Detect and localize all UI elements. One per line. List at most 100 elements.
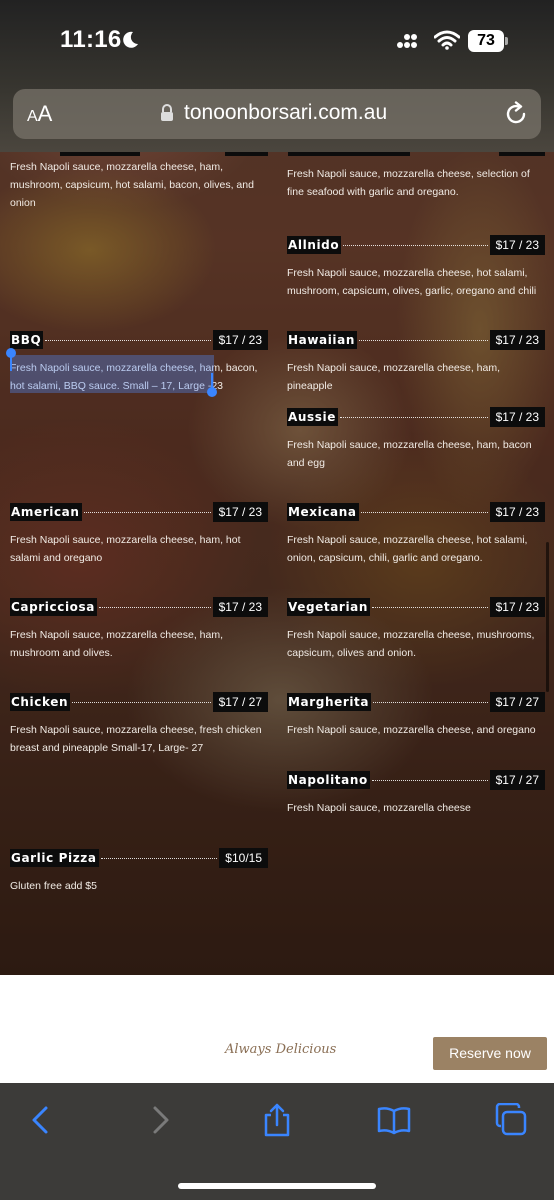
menu-item-allnido: Allnido $17 / 23 Fresh Napoli sauce, moz… (287, 235, 545, 300)
address-bar[interactable]: AA tonoonborsari.com.au (13, 89, 541, 139)
menu-item-margherita: Margherita $17 / 27 Fresh Napoli sauce, … (287, 692, 545, 739)
status-time: 11:16 (60, 26, 122, 53)
page-scrollbar[interactable] (546, 542, 549, 692)
battery-level: 73 (468, 30, 504, 52)
dotted-leader (45, 339, 211, 341)
item-header: BBQ $17 / 23 (10, 330, 268, 350)
wifi-icon (434, 30, 460, 50)
item-header: Chicken $17 / 27 (10, 692, 268, 712)
item-name: Allnido (287, 236, 342, 254)
item-description: Fresh Napoli sauce, mozzarella cheese, h… (10, 629, 224, 659)
item-price: $17 / 27 (489, 692, 545, 712)
item-header: American $17 / 23 (10, 502, 268, 522)
item-header: Margherita $17 / 27 (287, 692, 545, 712)
item-description: Gluten free add $5 (10, 880, 97, 892)
back-icon[interactable] (24, 1103, 58, 1137)
url-text[interactable]: tonoonborsari.com.au (184, 101, 387, 125)
item-name: Mexicana (287, 503, 359, 521)
item-description: Fresh Napoli sauce, mozzarella cheese, f… (10, 724, 262, 754)
menu-item-chicken: Chicken $17 / 27 Fresh Napoli sauce, moz… (10, 692, 268, 757)
moon-icon (123, 31, 138, 48)
item-description: Fresh Napoli sauce, mozzarella cheese, h… (287, 267, 537, 297)
item-price: $17 / 27 (212, 692, 268, 712)
item-name: Capricciosa (10, 598, 97, 616)
item-price: $17 / 23 (212, 597, 268, 617)
reload-icon[interactable] (503, 101, 529, 127)
item-name: Aussie (287, 408, 338, 426)
dotted-leader (98, 606, 211, 608)
item-description: Fresh Napoli sauce, mozzarella cheese, h… (10, 534, 241, 564)
menu-item-hawaiian: Hawaiian $17 / 23 Fresh Napoli sauce, mo… (287, 330, 545, 395)
item-name: BBQ (10, 331, 44, 349)
battery-indicator: 73 (468, 30, 508, 52)
item-price: $17 / 27 (489, 770, 545, 790)
bookmarks-icon[interactable] (377, 1103, 411, 1137)
forward-icon[interactable] (143, 1103, 177, 1137)
item-header: Napolitano $17 / 27 (287, 770, 545, 790)
menu-item-top-left: Fresh Napoli sauce, mozzarella cheese, h… (10, 158, 268, 212)
dotted-leader (373, 701, 488, 703)
item-description: Fresh Napoli sauce, mozzarella cheese, m… (287, 629, 535, 659)
item-name: Garlic Pizza (10, 849, 99, 867)
dotted-leader (339, 416, 488, 418)
item-description: Fresh Napoli sauce, mozzarella cheese, h… (287, 534, 528, 564)
menu-item-napolitano: Napolitano $17 / 27 Fresh Napoli sauce, … (287, 770, 545, 817)
cut-header-left (60, 152, 140, 156)
item-price: $10/15 (219, 848, 268, 868)
item-price: $17 / 23 (489, 235, 545, 255)
item-name: Hawaiian (287, 331, 357, 349)
tagline: Always Delicious (225, 1042, 337, 1057)
dotted-leader (371, 779, 488, 781)
item-description: Fresh Napoli sauce, mozzarella cheese, h… (287, 362, 501, 392)
selection-end-handle[interactable] (207, 387, 217, 397)
item-price: $17 / 23 (489, 597, 545, 617)
item-description: Fresh Napoli sauce, mozzarella cheese, h… (10, 161, 254, 209)
dotted-leader (72, 701, 211, 703)
aa-small-label: A (27, 108, 38, 125)
item-name: Margherita (287, 693, 372, 711)
dotted-leader (83, 511, 211, 513)
signal-icon (397, 34, 417, 48)
menu-item-american: American $17 / 23 Fresh Napoli sauce, mo… (10, 502, 268, 567)
item-description: Fresh Napoli sauce, mozzarella cheese, s… (287, 168, 530, 198)
menu-item-garlic-pizza: Garlic Pizza $10/15 Gluten free add $5 (10, 848, 268, 895)
site-footer-bar: Always Delicious Reserve now (0, 975, 554, 1083)
pizza-menu: Fresh Napoli sauce, mozzarella cheese, h… (0, 152, 554, 975)
item-header: Allnido $17 / 23 (287, 235, 545, 255)
selection-start-handle[interactable] (6, 348, 16, 358)
item-price: $17 / 23 (489, 330, 545, 350)
reserve-now-button[interactable]: Reserve now (433, 1037, 547, 1070)
item-name: Napolitano (287, 771, 370, 789)
dotted-leader (359, 339, 488, 341)
tabs-icon[interactable] (494, 1103, 528, 1137)
cut-price-right (499, 152, 545, 156)
share-icon[interactable] (260, 1103, 294, 1137)
reader-aa-button[interactable]: AA (27, 101, 52, 127)
text-selection-highlight (10, 355, 214, 393)
item-description: Fresh Napoli sauce, mozzarella cheese, h… (287, 439, 532, 469)
item-price: $17 / 23 (489, 502, 545, 522)
menu-item-mexicana: Mexicana $17 / 23 Fresh Napoli sauce, mo… (287, 502, 545, 567)
dotted-leader (100, 857, 218, 859)
menu-item-aussie: Aussie $17 / 23 Fresh Napoli sauce, mozz… (287, 407, 545, 472)
item-header: Garlic Pizza $10/15 (10, 848, 268, 868)
item-header: Mexicana $17 / 23 (287, 502, 545, 522)
item-header: Hawaiian $17 / 23 (287, 330, 545, 350)
aa-large-label: A (37, 101, 53, 126)
menu-item-vegetarian: Vegetarian $17 / 23 Fresh Napoli sauce, … (287, 597, 545, 662)
dotted-leader (360, 511, 488, 513)
dotted-leader (343, 244, 488, 246)
item-header: Capricciosa $17 / 23 (10, 597, 268, 617)
menu-item-top-right: Fresh Napoli sauce, mozzarella cheese, s… (287, 165, 545, 201)
cut-header-right (288, 152, 410, 156)
item-header: Vegetarian $17 / 23 (287, 597, 545, 617)
item-name: Vegetarian (287, 598, 371, 616)
dotted-leader (372, 606, 488, 608)
item-description: Fresh Napoli sauce, mozzarella cheese, a… (287, 724, 536, 736)
item-price: $17 / 23 (489, 407, 545, 427)
menu-item-capricciosa: Capricciosa $17 / 23 Fresh Napoli sauce,… (10, 597, 268, 662)
lock-icon (161, 104, 173, 121)
item-price: $17 / 23 (212, 502, 268, 522)
cut-price-left (225, 152, 268, 156)
item-name: Chicken (10, 693, 71, 711)
